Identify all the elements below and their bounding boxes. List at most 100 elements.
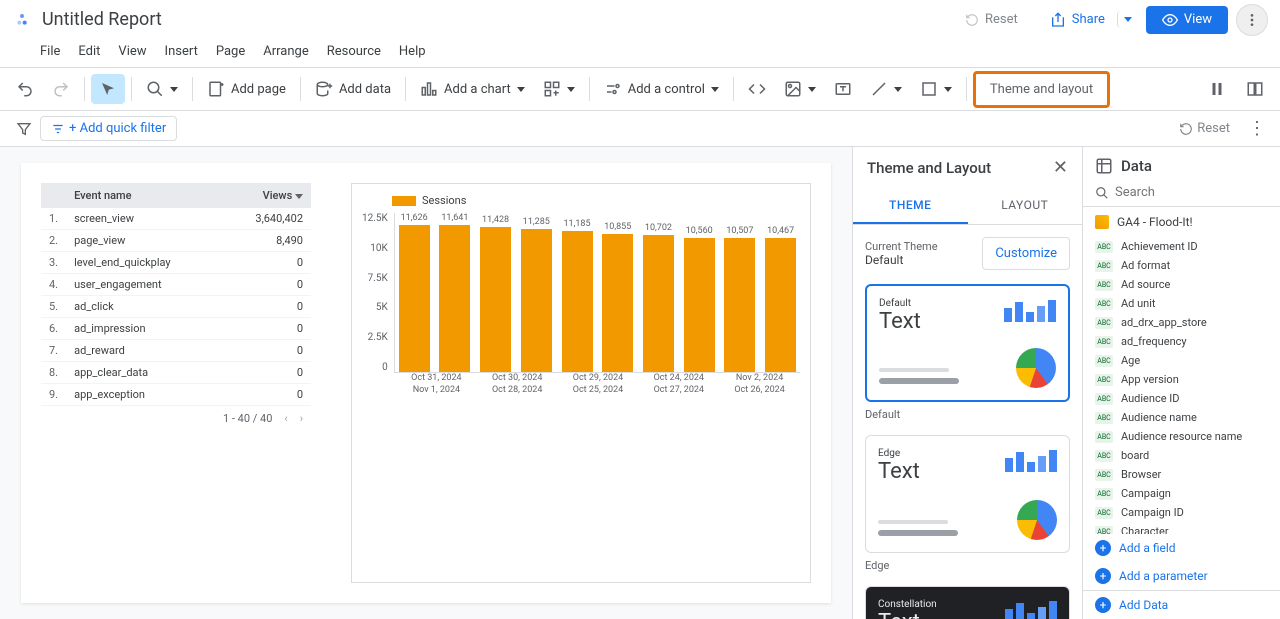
embed-button[interactable]: [740, 74, 774, 104]
bar-column[interactable]: 11,285: [517, 213, 556, 372]
menu-insert[interactable]: Insert: [157, 40, 206, 63]
field-row[interactable]: ABCAd unit: [1083, 294, 1280, 313]
field-row[interactable]: ABCAge: [1083, 351, 1280, 370]
menu-page[interactable]: Page: [208, 40, 253, 63]
table-row[interactable]: 1.screen_view3,640,402: [41, 208, 311, 230]
data-source-row[interactable]: GA4 - Flood-It!: [1083, 207, 1280, 237]
col-event-name[interactable]: Event name: [66, 183, 222, 208]
menu-resource[interactable]: Resource: [319, 40, 389, 63]
app-header: Untitled Report Reset Share View: [0, 0, 1280, 40]
field-row[interactable]: ABCad_drx_app_store: [1083, 313, 1280, 332]
theme-card-default[interactable]: DefaultText: [865, 284, 1070, 402]
add-data-button[interactable]: Add data: [307, 74, 399, 104]
filter-icon[interactable]: [8, 117, 40, 141]
tab-theme[interactable]: THEME: [853, 188, 968, 224]
theme-card-constellation[interactable]: ConstellationText: [865, 586, 1070, 619]
theme-label: Default: [865, 408, 1070, 421]
add-data-link[interactable]: +Add Data: [1083, 590, 1280, 619]
bar-column[interactable]: 11,185: [558, 213, 597, 372]
table-row[interactable]: 4.user_engagement0: [41, 274, 311, 296]
field-row[interactable]: ABCAudience resource name: [1083, 427, 1280, 446]
field-row[interactable]: ABCAd format: [1083, 256, 1280, 275]
pager-prev[interactable]: ‹: [284, 412, 287, 425]
panel-title: Theme and Layout: [867, 159, 991, 177]
add-field-link[interactable]: +Add a field: [1083, 534, 1280, 562]
undo-button[interactable]: [8, 74, 42, 104]
report-title[interactable]: Untitled Report: [42, 9, 162, 30]
bar-column[interactable]: 10,855: [598, 213, 637, 372]
community-viz-button[interactable]: [535, 74, 583, 104]
image-button[interactable]: [776, 74, 824, 104]
table-row[interactable]: 3.level_end_quickplay0: [41, 252, 311, 274]
table-row[interactable]: 2.page_view8,490: [41, 230, 311, 252]
reset-button[interactable]: Reset: [953, 6, 1030, 33]
current-theme-name: Default: [865, 253, 938, 267]
table-row[interactable]: 9.app_exception0: [41, 384, 311, 406]
bar-column[interactable]: 10,560: [680, 213, 719, 372]
field-row[interactable]: ABCCampaign ID: [1083, 503, 1280, 522]
field-row[interactable]: ABCad_frequency: [1083, 332, 1280, 351]
redo-button[interactable]: [44, 74, 78, 104]
text-button[interactable]: [826, 74, 860, 104]
close-icon[interactable]: ✕: [1053, 157, 1068, 178]
bar-column[interactable]: 11,626: [395, 213, 434, 372]
field-row[interactable]: ABCBrowser: [1083, 465, 1280, 484]
data-panel-title: Data: [1121, 157, 1152, 175]
menu-arrange[interactable]: Arrange: [255, 40, 316, 63]
shape-button[interactable]: [912, 74, 960, 104]
line-button[interactable]: [862, 74, 910, 104]
table-row[interactable]: 7.ad_reward0: [41, 340, 311, 362]
more-options-button[interactable]: [1236, 4, 1268, 36]
table-row[interactable]: 8.app_clear_data0: [41, 362, 311, 384]
menu-bar: FileEditViewInsertPageArrangeResourceHel…: [0, 40, 1280, 67]
menu-file[interactable]: File: [32, 40, 68, 63]
field-row[interactable]: ABCAd source: [1083, 275, 1280, 294]
field-row[interactable]: ABCCampaign: [1083, 484, 1280, 503]
field-row[interactable]: ABCAchievement ID: [1083, 237, 1280, 256]
table-row[interactable]: 6.ad_impression0: [41, 318, 311, 340]
add-quick-filter-button[interactable]: + Add quick filter: [40, 116, 177, 141]
zoom-dropdown[interactable]: [138, 74, 186, 104]
table-chart[interactable]: Event name Views 1.screen_view3,640,4022…: [41, 183, 311, 583]
canvas-area[interactable]: Event name Views 1.screen_view3,640,4022…: [0, 147, 852, 619]
tab-layout[interactable]: LAYOUT: [968, 188, 1083, 224]
bar-column[interactable]: 10,467: [761, 213, 800, 372]
theme-layout-button[interactable]: Theme and layout: [973, 71, 1110, 108]
field-row[interactable]: ABCApp version: [1083, 370, 1280, 389]
filter-bar: + Add quick filter Reset ⋮: [0, 111, 1280, 147]
bar-column[interactable]: 10,702: [639, 213, 678, 372]
menu-view[interactable]: View: [110, 40, 154, 63]
customize-button[interactable]: Customize: [982, 237, 1070, 270]
field-row[interactable]: ABCAudience name: [1083, 408, 1280, 427]
menu-help[interactable]: Help: [391, 40, 434, 63]
bar-column[interactable]: 11,428: [476, 213, 515, 372]
add-chart-button[interactable]: Add a chart: [412, 74, 533, 104]
theme-card-edge[interactable]: EdgeText: [865, 435, 1070, 553]
pager-next[interactable]: ›: [300, 412, 303, 425]
share-button[interactable]: Share: [1038, 6, 1117, 34]
report-canvas[interactable]: Event name Views 1.screen_view3,640,4022…: [21, 163, 831, 603]
menu-edit[interactable]: Edit: [70, 40, 108, 63]
search-input[interactable]: [1115, 185, 1280, 200]
table-row[interactable]: 5.ad_click0: [41, 296, 311, 318]
filter-more-button[interactable]: ⋮: [1242, 118, 1272, 139]
view-button[interactable]: View: [1146, 6, 1228, 34]
pause-updates-button[interactable]: [1200, 74, 1234, 104]
field-row[interactable]: ABCCharacter: [1083, 522, 1280, 534]
share-dropdown[interactable]: [1117, 11, 1138, 28]
add-parameter-link[interactable]: +Add a parameter: [1083, 562, 1280, 590]
field-row[interactable]: ABCboard: [1083, 446, 1280, 465]
field-row[interactable]: ABCAudience ID: [1083, 389, 1280, 408]
theme-layout-panel: Theme and Layout ✕ THEME LAYOUT Current …: [852, 147, 1082, 619]
add-control-button[interactable]: Add a control: [596, 74, 727, 104]
bar-column[interactable]: 11,641: [436, 213, 475, 372]
add-page-button[interactable]: Add page: [199, 74, 294, 104]
toggle-panels-button[interactable]: [1238, 74, 1272, 104]
selection-tool[interactable]: [91, 74, 125, 104]
filter-reset-button[interactable]: Reset: [1179, 121, 1230, 136]
bar-chart[interactable]: Sessions 12.5K10K7.5K5K2.5K0 11,62611,64…: [351, 183, 811, 583]
bar-column[interactable]: 10,507: [721, 213, 760, 372]
table-pager: 1 - 40 / 40 ‹ ›: [41, 412, 311, 425]
x-axis-2: Nov 1, 2024Oct 28, 2024Oct 25, 2024Oct 2…: [396, 385, 800, 395]
col-views[interactable]: Views: [223, 183, 311, 208]
